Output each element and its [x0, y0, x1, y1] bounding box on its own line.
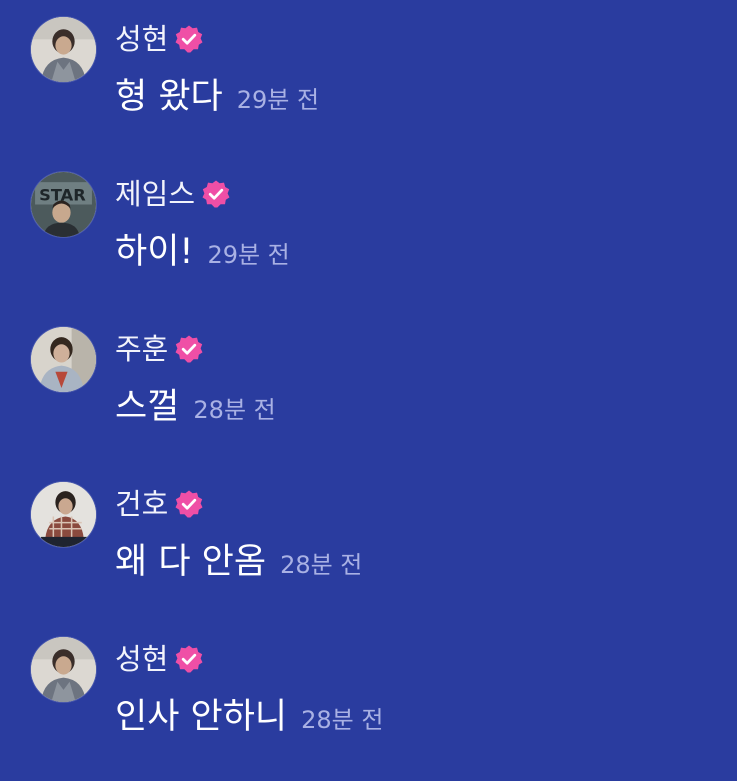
verified-badge-icon [174, 644, 204, 674]
avatar-photo: STAR [31, 172, 96, 237]
avatar[interactable] [31, 327, 96, 392]
avatar[interactable] [31, 637, 96, 702]
message-timestamp: 28분 전 [193, 396, 276, 424]
chat-message: STAR 제임스 하이! 29분 전 [0, 155, 737, 285]
verified-badge-icon [174, 24, 204, 54]
message-timestamp: 29분 전 [207, 241, 290, 269]
chat-message-list: 성현 형 왔다 29분 전 STAR 제임스 하이! 29분 전 주훈 스껄 2… [0, 0, 737, 781]
sender-name: 제임스 [115, 177, 196, 211]
chat-message: 건호 왜 다 안옴 28분 전 [0, 465, 737, 595]
message-text: 형 왔다 [115, 77, 223, 117]
sender-name: 주훈 [115, 332, 169, 366]
chat-message: 성현 형 왔다 29분 전 [0, 0, 737, 130]
verified-badge-icon [201, 179, 231, 209]
avatar[interactable] [31, 17, 96, 82]
message-text: 하이! [115, 232, 194, 272]
sender-name: 성현 [115, 642, 169, 676]
avatar-photo [31, 637, 96, 702]
avatar[interactable] [31, 482, 96, 547]
avatar-photo [31, 17, 96, 82]
avatar-photo [31, 482, 96, 547]
message-text: 왜 다 안옴 [115, 542, 267, 582]
chat-message: 성현 인사 안하니 28분 전 [0, 620, 737, 750]
message-text: 스껄 [115, 387, 180, 427]
sender-name: 건호 [115, 487, 169, 521]
message-timestamp: 28분 전 [301, 706, 384, 734]
sender-name: 성현 [115, 22, 169, 56]
message-timestamp: 28분 전 [280, 551, 363, 579]
avatar[interactable]: STAR [31, 172, 96, 237]
message-text: 인사 안하니 [115, 697, 288, 737]
verified-badge-icon [174, 489, 204, 519]
verified-badge-icon [174, 334, 204, 364]
chat-message: 주훈 스껄 28분 전 [0, 310, 737, 440]
message-timestamp: 29분 전 [236, 86, 320, 114]
avatar-photo [31, 327, 96, 392]
